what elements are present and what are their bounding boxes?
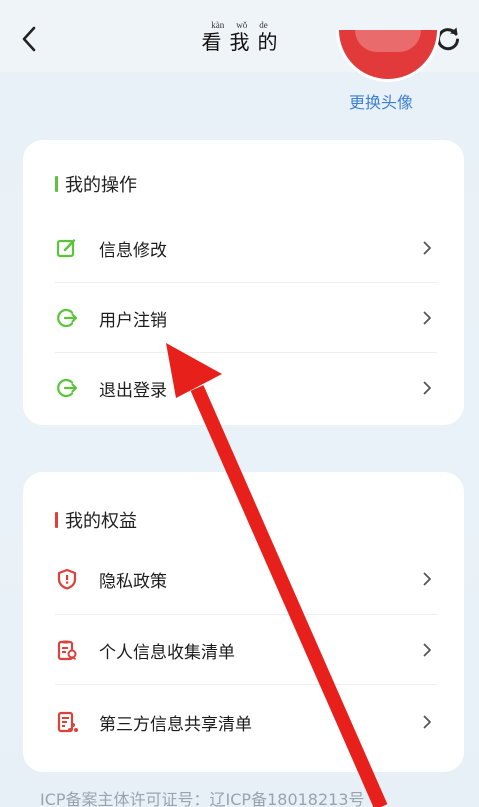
- menu-item-third-party-share-list[interactable]: 第三方信息共享清单: [23, 687, 464, 757]
- title-pinyin: kàn wǒ de: [0, 20, 479, 30]
- my-operations-card: 我的操作 信息修改 用户注销 退出登录: [23, 140, 464, 425]
- chevron-right-icon: [420, 241, 434, 255]
- avatar[interactable]: [336, 30, 440, 82]
- menu-item-cancel-account[interactable]: 用户注销: [23, 283, 464, 353]
- chevron-right-icon: [420, 715, 434, 729]
- menu-item-logout[interactable]: 退出登录: [23, 353, 464, 423]
- menu-item-label: 隐私政策: [99, 571, 167, 592]
- menu-item-label: 用户注销: [99, 310, 167, 331]
- section-title-operations: 我的操作: [55, 171, 137, 197]
- menu-item-label: 个人信息收集清单: [99, 642, 235, 663]
- change-avatar-link[interactable]: 更换头像: [349, 89, 413, 113]
- menu-item-privacy-policy[interactable]: 隐私政策: [23, 544, 464, 614]
- chevron-right-icon: [420, 572, 434, 586]
- divider: [55, 684, 437, 685]
- menu-item-personal-info-list[interactable]: 个人信息收集清单: [23, 615, 464, 685]
- share-list-icon: [55, 710, 79, 734]
- menu-item-edit-info[interactable]: 信息修改: [23, 213, 464, 283]
- pinyin-2: wǒ: [236, 20, 248, 30]
- section-title-rights: 我的权益: [55, 507, 137, 533]
- pinyin-3: de: [259, 20, 268, 30]
- logout-icon: [55, 306, 79, 330]
- edit-icon: [55, 236, 79, 260]
- section-accent-bar: [55, 512, 58, 528]
- chevron-right-icon: [420, 311, 434, 325]
- logout-icon: [55, 376, 79, 400]
- menu-item-label: 信息修改: [99, 240, 167, 261]
- section-accent-bar: [55, 176, 58, 192]
- chevron-right-icon: [420, 643, 434, 657]
- my-rights-card: 我的权益 隐私政策 个人信息收集清单 第三方信息共享清单: [23, 472, 464, 772]
- pinyin-1: kàn: [211, 20, 225, 30]
- menu-item-label: 第三方信息共享清单: [99, 714, 252, 735]
- icp-footer: ICP备案主体许可证号：辽ICP备18018213号: [40, 790, 365, 807]
- menu-item-label: 退出登录: [99, 380, 167, 401]
- section-title-text: 我的权益: [65, 511, 137, 532]
- section-title-text: 我的操作: [65, 175, 137, 196]
- chevron-right-icon: [420, 381, 434, 395]
- shield-icon: [55, 567, 79, 591]
- avatar-highlight: [355, 30, 421, 52]
- clipboard-icon: [55, 638, 79, 662]
